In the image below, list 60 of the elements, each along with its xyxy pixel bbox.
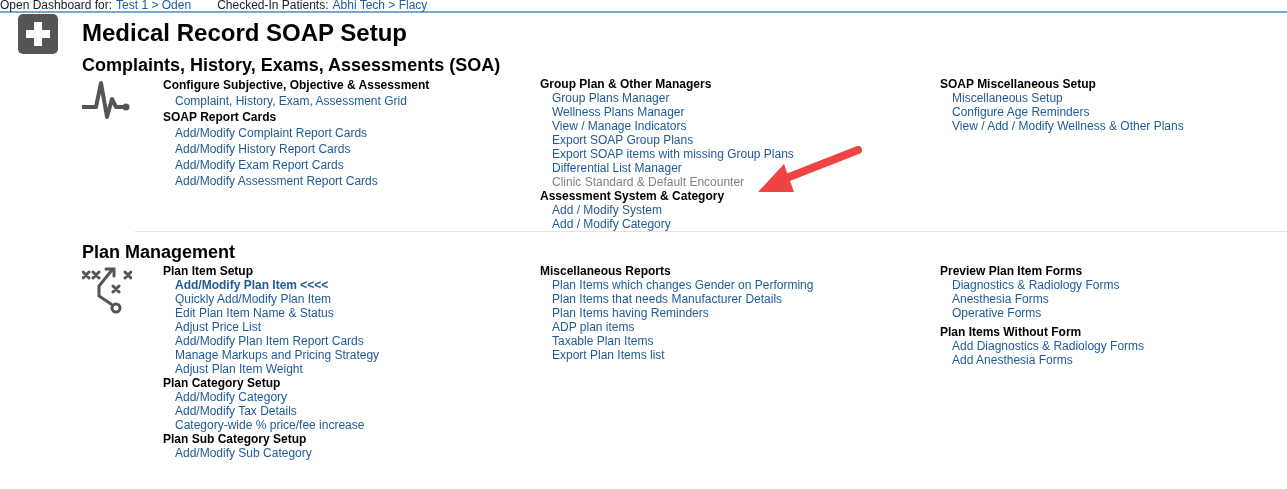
menu-link[interactable]: Adjust Price List [175, 320, 262, 334]
menu-link[interactable]: Taxable Plan Items [552, 334, 654, 348]
patients-label: Checked-In Patients: [217, 0, 329, 12]
menu-link[interactable]: ADP plan items [552, 320, 635, 334]
menu-link[interactable]: Wellness Plans Manager [552, 105, 685, 119]
group-heading: Preview Plan Item Forms [940, 264, 1084, 278]
page-title: Medical Record SOAP Setup [82, 19, 408, 47]
group-heading: Plan Item Setup [163, 264, 255, 278]
menu-link[interactable]: Quickly Add/Modify Plan Item [175, 292, 332, 306]
patients-link[interactable]: Abhi Tech > Flacy [332, 0, 428, 12]
menu-link[interactable]: Add/Modify Plan Item Report Cards [175, 334, 364, 348]
menu-link[interactable]: Configure Age Reminders [952, 105, 1090, 119]
menu-link[interactable]: Add/Modify Assessment Report Cards [175, 173, 378, 189]
menu-link[interactable]: Clinic Standard & Default Encounter [552, 175, 745, 189]
menu-link[interactable]: View / Manage Indicators [552, 119, 687, 133]
menu-link[interactable]: Add Diagnostics & Radiology Forms [952, 339, 1145, 353]
menu-link[interactable]: Adjust Plan Item Weight [175, 362, 303, 376]
section-title: Complaints, History, Exams, Assessments (SOA) [82, 55, 502, 75]
menu-link[interactable]: Operative Forms [952, 306, 1042, 320]
menu-link[interactable]: Add / Modify Category [552, 217, 671, 231]
menu-link[interactable]: Plan Items that needs Manufacturer Details [552, 292, 783, 306]
menu-link[interactable]: Add/Modify Exam Report Cards [175, 157, 344, 173]
group-heading: SOAP Miscellaneous Setup [940, 77, 1097, 91]
medical-plus-icon [18, 14, 58, 54]
menu-link[interactable]: Export SOAP items with missing Group Plans [552, 147, 794, 161]
menu-link[interactable]: Group Plans Manager [552, 91, 670, 105]
menu-link[interactable]: Miscellaneous Setup [952, 91, 1063, 105]
menu-link[interactable]: Add/Modify History Report Cards [175, 141, 351, 157]
dashboard-label: Open Dashboard for: [0, 0, 113, 12]
menu-link[interactable]: Add/Modify Tax Details [175, 404, 297, 418]
menu-link[interactable]: Plan Items having Reminders [552, 306, 709, 320]
group-heading: Plan Sub Category Setup [163, 432, 308, 446]
menu-link[interactable]: Differential List Manager [552, 161, 682, 175]
heartbeat-icon [82, 79, 130, 119]
menu-link[interactable]: Add / Modify System [552, 203, 663, 217]
group-heading: Plan Items Without Form [940, 325, 1083, 339]
dashboard-link[interactable]: Test 1 > Oden [116, 0, 192, 12]
section-title: Plan Management [82, 242, 237, 262]
menu-link[interactable]: Plan Items which changes Gender on Performing [552, 278, 814, 292]
playbook-icon [82, 266, 132, 314]
menu-link[interactable]: Edit Plan Item Name & Status [175, 306, 334, 320]
group-heading: Plan Category Setup [163, 376, 282, 390]
group-heading: Group Plan & Other Managers [540, 77, 713, 91]
menu-link[interactable]: Complaint, History, Exam, Assessment Grid [175, 93, 407, 109]
group-heading: Configure Subjective, Objective & Assessment [163, 77, 431, 93]
group-heading: Assessment System & Category [540, 189, 726, 203]
menu-link[interactable]: Export Plan Items list [552, 348, 665, 362]
menu-link[interactable]: Anesthesia Forms [952, 292, 1049, 306]
menu-link[interactable]: Add Anesthesia Forms [952, 353, 1073, 367]
menu-link[interactable]: Category-wide % price/fee increase [175, 418, 365, 432]
menu-link[interactable]: Add/Modify Plan Item <<<< [175, 278, 329, 292]
menu-link[interactable]: Add/Modify Category [175, 390, 288, 404]
menu-link[interactable]: Add/Modify Complaint Report Cards [175, 125, 368, 141]
menu-link[interactable]: Export SOAP Group Plans [552, 133, 694, 147]
menu-link[interactable]: Diagnostics & Radiology Forms [952, 278, 1120, 292]
menu-link[interactable]: View / Add / Modify Wellness & Other Plans [952, 119, 1184, 133]
menu-link[interactable]: Manage Markups and Pricing Strategy [175, 348, 380, 362]
group-heading: SOAP Report Cards [163, 109, 278, 125]
menu-link[interactable]: Add/Modify Sub Category [175, 446, 312, 460]
group-heading: Miscellaneous Reports [540, 264, 672, 278]
